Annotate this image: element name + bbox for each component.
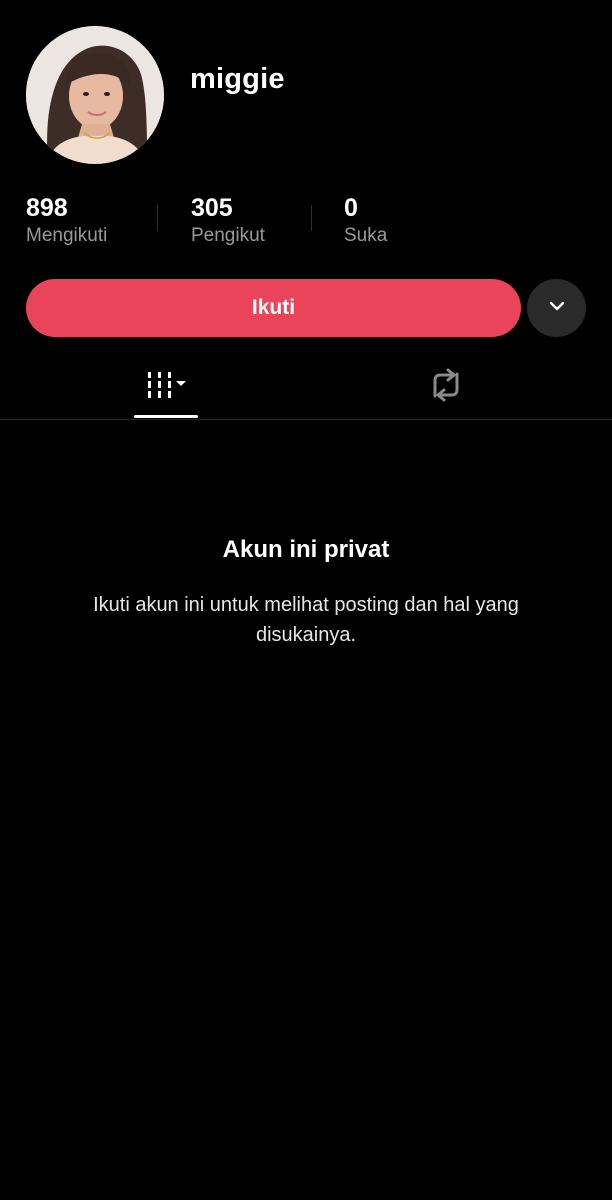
follow-button[interactable]: Ikuti: [26, 279, 521, 337]
stat-following[interactable]: 898 Mengikuti: [26, 193, 107, 249]
stat-followers-label: Pengikut: [191, 225, 265, 246]
more-options-button[interactable]: [527, 279, 586, 337]
stat-likes-label: Suka: [344, 225, 388, 246]
follow-button-label: Ikuti: [251, 296, 296, 319]
stat-following-value: 898: [26, 194, 68, 222]
tabs-divider: [0, 419, 612, 420]
stat-likes-value: 0: [344, 194, 358, 222]
grid-filter-icon: [140, 369, 192, 406]
tab-videos[interactable]: [120, 355, 212, 419]
private-account-title: Akun ini privat: [222, 536, 390, 563]
stat-likes[interactable]: 0 Suka: [344, 193, 387, 249]
profile-tabs: [0, 355, 612, 419]
profile-stats: 898 Mengikuti 305 Pengikut 0 Suka: [0, 193, 612, 253]
stat-following-label: Mengikuti: [26, 225, 108, 246]
stat-divider: [157, 205, 158, 231]
stat-followers-value: 305: [191, 194, 233, 222]
stat-divider: [311, 205, 312, 231]
chevron-down-icon: [546, 295, 568, 322]
repost-icon: [427, 368, 465, 407]
avatar[interactable]: [26, 26, 164, 164]
stat-followers[interactable]: 305 Pengikut: [191, 193, 265, 249]
active-tab-indicator: [134, 415, 198, 418]
profile-photo: [26, 26, 164, 164]
private-account-description: Ikuti akun ini untuk melihat posting dan…: [93, 594, 519, 646]
tab-reposts[interactable]: [400, 355, 492, 419]
username: miggie: [190, 63, 285, 95]
